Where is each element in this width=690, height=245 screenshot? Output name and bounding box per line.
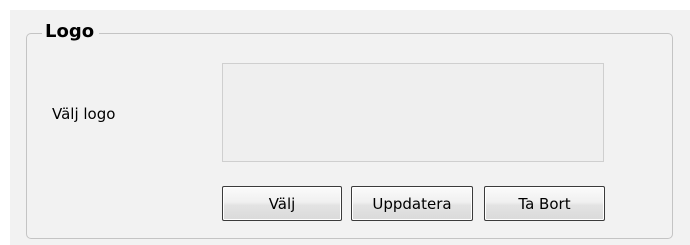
choose-logo-label: Välj logo [52,105,116,123]
update-button[interactable]: Uppdatera [351,186,473,221]
logo-preview-box [222,63,604,162]
logo-panel: Logo Välj logo Välj Uppdatera Ta Bort [10,10,690,245]
remove-button[interactable]: Ta Bort [484,186,605,221]
choose-button[interactable]: Välj [222,186,342,221]
groupbox-title: Logo [42,20,100,44]
